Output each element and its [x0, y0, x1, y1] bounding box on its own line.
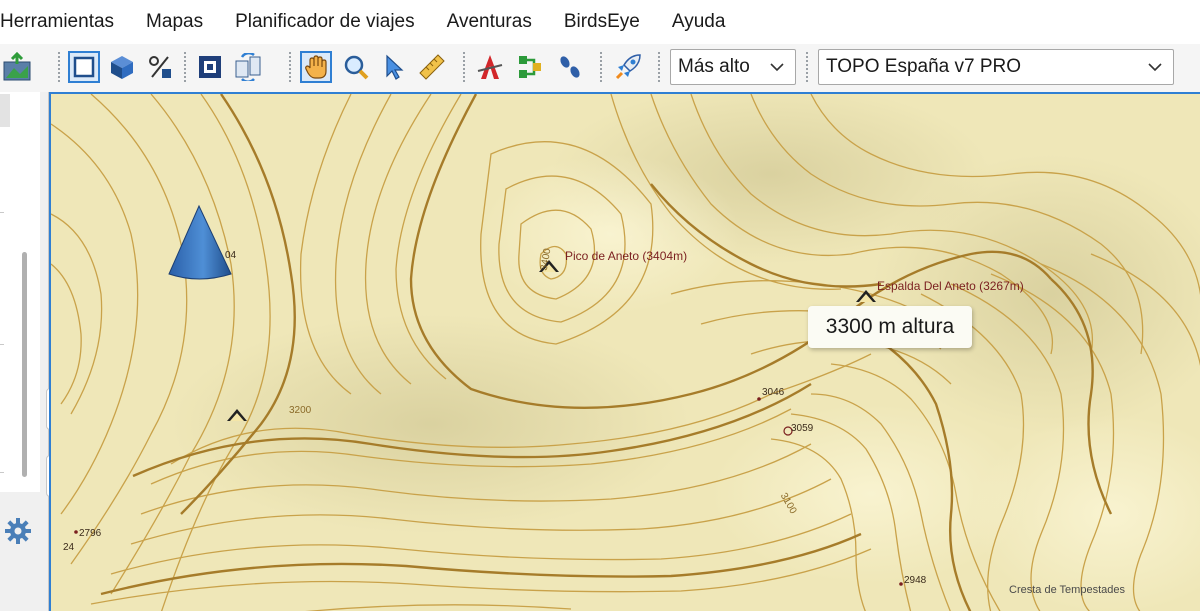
hand-icon [305, 55, 327, 79]
export-icon [3, 52, 31, 81]
toolbar-separator [806, 52, 808, 82]
footprints-icon [560, 56, 580, 78]
export-button[interactable] [0, 51, 38, 83]
peak-label-pico-aneto[interactable]: Pico de Aneto (3404m) [565, 249, 687, 263]
chevron-down-icon [1145, 57, 1165, 77]
fit-icon [199, 56, 221, 78]
topo-map-canvas [51, 94, 1200, 611]
map-view[interactable]: Pico de Aneto (3404m) Espalda Del Aneto … [49, 92, 1200, 611]
gear-icon[interactable] [4, 517, 32, 545]
left-panel-scrollbar[interactable] [22, 252, 27, 477]
select-area-icon [73, 56, 95, 78]
menu-bar: Herramientas Mapas Planificador de viaje… [0, 0, 1200, 44]
left-panel-selected-row[interactable] [0, 94, 10, 127]
rocket-icon [615, 54, 641, 80]
peak-label-espalda-aneto[interactable]: Espalda Del Aneto (3267m) [877, 279, 1024, 293]
3d-view-button[interactable] [106, 51, 138, 83]
toolbar-separator [58, 52, 60, 82]
measure-button[interactable] [416, 51, 448, 83]
menu-aventuras[interactable]: Aventuras [431, 11, 548, 33]
left-panel [0, 92, 49, 611]
pointer-button[interactable] [378, 51, 410, 83]
zoom-icon [344, 55, 369, 80]
left-panel-divider [0, 472, 4, 473]
elevation-tooltip: 3300 m altura [808, 306, 972, 348]
toolbar-separator [184, 52, 186, 82]
detail-level-value: Más alto [678, 56, 750, 77]
measure-icon [419, 54, 445, 80]
hand-button[interactable] [300, 51, 332, 83]
toolbar-separator [289, 52, 291, 82]
menu-birdseye[interactable]: BirdsEye [548, 11, 656, 33]
menu-herramientas[interactable]: Herramientas [0, 11, 130, 33]
left-panel-divider [0, 212, 4, 213]
map-place-label: Cresta de Tempestades [1009, 584, 1125, 596]
spot-elevation: 04 [225, 250, 237, 261]
toolbar-separator [658, 52, 660, 82]
percent-icon [149, 56, 171, 78]
footprints-button[interactable] [554, 51, 586, 83]
transfer-button[interactable] [232, 51, 264, 83]
toolbar-separator [463, 52, 465, 82]
track-button[interactable] [514, 51, 546, 83]
zoom-button[interactable] [340, 51, 372, 83]
menu-mapas[interactable]: Mapas [130, 11, 219, 33]
chevron-down-icon [767, 57, 787, 77]
spot-elevation: 24 [63, 542, 75, 553]
toolbar-separator [600, 52, 602, 82]
menu-ayuda[interactable]: Ayuda [656, 11, 742, 33]
percent-button[interactable] [144, 51, 176, 83]
pointer-icon [386, 54, 404, 80]
left-panel-list[interactable] [0, 92, 40, 492]
left-panel-divider [0, 344, 4, 345]
select-area-button[interactable] [68, 51, 100, 83]
rocket-button[interactable] [612, 51, 644, 83]
route-icon [477, 55, 503, 79]
toolbar: Más alto TOPO España v7 PRO [0, 44, 1200, 93]
map-product-select[interactable]: TOPO España v7 PRO [818, 49, 1174, 85]
spot-elevation: 3059 [791, 423, 814, 434]
spot-elevation: 3046 [762, 387, 785, 398]
track-icon [519, 56, 541, 78]
contour-label: 3200 [289, 405, 312, 416]
transfer-icon [235, 53, 261, 81]
spot-elevation: 2948 [904, 575, 927, 586]
fit-button[interactable] [194, 51, 226, 83]
menu-planificador[interactable]: Planificador de viajes [219, 11, 431, 33]
map-product-value: TOPO España v7 PRO [826, 56, 1022, 77]
detail-level-select[interactable]: Más alto [670, 49, 796, 85]
spot-elevation: 2796 [79, 528, 102, 539]
route-button[interactable] [474, 51, 506, 83]
3d-view-icon [111, 56, 133, 79]
